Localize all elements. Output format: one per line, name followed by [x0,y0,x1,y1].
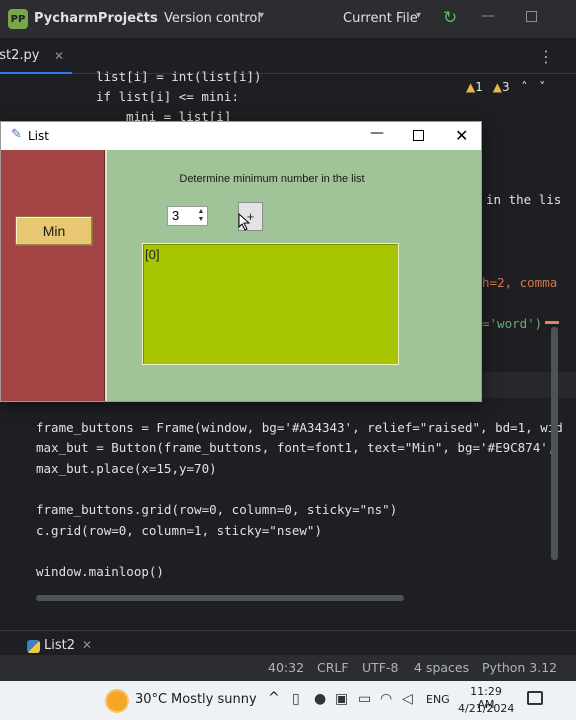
line-ending[interactable]: CRLF [317,660,349,675]
weather-temperature[interactable]: 30°C [135,692,167,707]
ide-titlebar: PP PycharmProjects ▾ Version control ▾ C… [0,0,576,38]
horizontal-scrollbar[interactable] [36,595,404,601]
code-line: window.mainloop() [36,564,164,579]
chevron-down-icon[interactable]: ˅ [539,80,545,94]
maximize-button[interactable] [526,11,537,22]
inspection-widget[interactable]: ▲1 ▲3 ˄ ˅ [466,80,545,94]
more-options-icon[interactable]: ⋮ [538,47,554,66]
spin-up-arrow-icon[interactable]: ▲ [196,208,206,216]
code-line: if list[i] <= mini: [96,89,239,104]
microphone-icon[interactable]: ● [314,691,326,707]
weak-warning-icon: ▲ [492,80,502,94]
run-tab-list2[interactable]: List2 [44,638,75,653]
python-interpreter[interactable]: Python 3.12 [482,660,557,675]
spin-down-arrow-icon[interactable]: ▼ [196,216,206,224]
mouse-cursor-icon [238,213,251,231]
code-line: list[i] = int(list[i]) [96,69,262,84]
warning-count: 1 [475,80,483,94]
close-icon[interactable]: ✕ [54,38,64,74]
minimize-button[interactable]: — [370,125,384,141]
tk-titlebar[interactable]: ✎ List — ✕ [1,122,481,150]
weather-description[interactable]: Mostly sunny [171,692,257,707]
list-display[interactable]: [0] [142,243,399,365]
indent-setting[interactable]: 4 spaces [414,660,469,675]
sun-icon[interactable] [107,691,127,711]
feather-icon: ✎ [11,127,22,142]
caret-position[interactable]: 40:32 [268,660,304,675]
close-button[interactable]: ✕ [455,126,468,145]
spinbox-value[interactable]: 3 [172,208,179,223]
run-configuration-selector[interactable]: Current File [343,11,418,26]
volume-icon[interactable]: ◁ [402,691,413,707]
maximize-button[interactable] [413,130,424,141]
chevron-down-icon[interactable]: ▾ [259,10,264,21]
error-stripe-marker [545,321,559,324]
version-control-menu[interactable]: Version control [164,11,261,26]
warning-icon: ▲ [466,80,476,94]
code-line: max_but = Button(frame_buttons, font=fon… [36,440,556,455]
project-logo[interactable]: PP [8,9,28,29]
wifi-icon[interactable]: ◠ [380,691,392,707]
editor-tab-bar: list2.py ✕ ⋮ [0,38,576,74]
button-frame: Min [1,150,105,401]
clock-date[interactable]: 4/21/2024 [458,702,514,715]
content-frame: Determine minimum number in the list 3 ▲… [105,150,481,401]
chevron-down-icon[interactable]: ▾ [137,10,142,21]
code-line: frame_buttons.grid(row=0, column=0, stic… [36,502,398,517]
vertical-scrollbar[interactable] [551,327,558,560]
chevron-up-icon[interactable]: ˄ [521,80,527,94]
file-encoding[interactable]: UTF-8 [362,660,398,675]
tray-app-icon[interactable]: ▣ [335,691,348,707]
input-language[interactable]: ENG [426,693,450,706]
tab-label: list2.py [0,48,40,63]
code-line: c.grid(row=0, column=1, sticky="nsew") [36,523,322,538]
windows-taskbar: 30°C Mostly sunny ^ ▯ ● ▣ ▭ ◠ ◁ ENG 11:2… [0,681,576,720]
python-icon [27,640,40,653]
rerun-icon[interactable]: ↻ [443,9,461,27]
min-button[interactable]: Min [15,216,93,246]
number-spinbox[interactable]: 3 ▲ ▼ [167,206,208,226]
tab-list2-py[interactable]: list2.py ✕ [0,38,72,74]
weak-warning-count: 3 [501,80,510,94]
code-line: ='word') [482,316,543,331]
list-content: [0] [145,247,160,262]
close-icon[interactable]: ✕ [82,638,92,652]
window-title: List [28,129,49,143]
status-bar: 40:32 CRLF UTF-8 4 spaces Python 3.12 [0,655,576,681]
code-line: frame_buttons = Frame(window, bg='#A3434… [36,420,563,435]
chevron-up-icon[interactable]: ^ [268,690,280,706]
code-line: h=2, comma [482,275,558,290]
heading-label: Determine minimum number in the list [179,173,365,185]
minimize-button[interactable]: — [481,8,495,24]
tray-app-icon[interactable]: ▯ [292,691,300,707]
notification-icon[interactable] [527,691,543,705]
code-line: max_but.place(x=15,y=70) [36,461,217,476]
tk-list-window: ✎ List — ✕ Min Determine minimum number … [0,121,482,402]
battery-icon[interactable]: ▭ [358,691,371,707]
chevron-down-icon[interactable]: ▾ [416,10,421,21]
code-line: in the lis [486,192,562,207]
